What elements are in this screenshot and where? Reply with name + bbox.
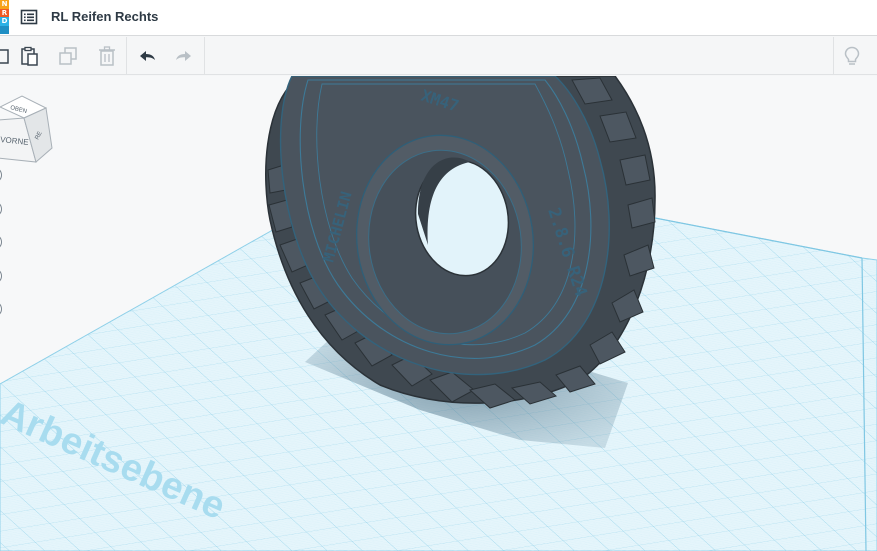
logo-letter-blank: [0, 25, 9, 34]
paste-icon[interactable]: [18, 45, 40, 67]
list-icon[interactable]: [19, 7, 39, 27]
scene-canvas: Arbeitsebene 2.8.6 R24 MICHELIN XM47 OBE…: [0, 76, 877, 551]
delete-icon[interactable]: [96, 45, 118, 67]
view-cube[interactable]: OBEN VORNE RE: [0, 95, 53, 163]
toolbar-separator: [204, 37, 205, 74]
copy-icon[interactable]: [0, 45, 12, 67]
logo-letter-n: N: [0, 0, 9, 9]
logo-letter-r: R: [0, 8, 9, 17]
app-logo[interactable]: N R D: [0, 0, 9, 34]
redo-icon[interactable]: [173, 45, 195, 67]
toolbar-separator: [126, 37, 127, 74]
duplicate-icon[interactable]: [57, 45, 79, 67]
3d-viewport[interactable]: Arbeitsebene 2.8.6 R24 MICHELIN XM47 OBE…: [0, 76, 877, 551]
edit-toolbar: [0, 37, 877, 75]
document-title[interactable]: RL Reifen Rechts: [51, 9, 158, 24]
top-bar: N R D RL Reifen Rechts: [0, 0, 877, 36]
undo-icon[interactable]: [136, 45, 158, 67]
logo-letter-d: D: [0, 17, 9, 26]
lightbulb-icon[interactable]: [841, 45, 863, 67]
toolbar-separator: [833, 37, 834, 74]
